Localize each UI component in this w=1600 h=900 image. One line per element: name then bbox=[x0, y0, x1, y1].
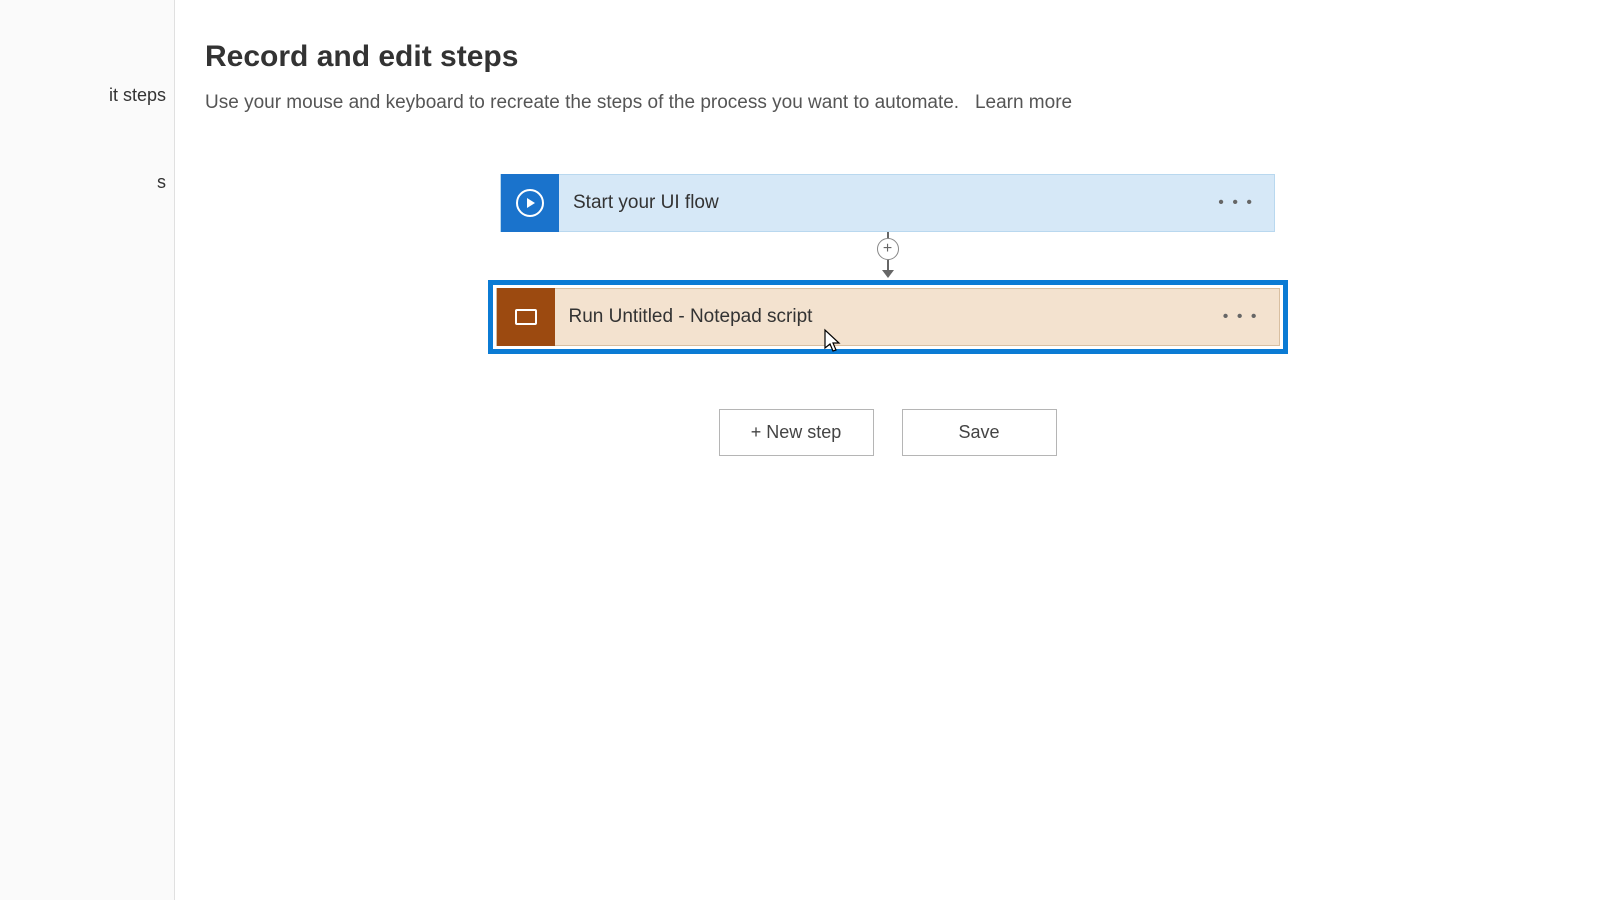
learn-more-link[interactable]: Learn more bbox=[975, 92, 1072, 113]
flow-designer: Start your UI flow • • • + Run Untitled … bbox=[205, 174, 1570, 456]
flow-connector: + bbox=[875, 232, 901, 280]
save-button[interactable]: Save bbox=[902, 409, 1057, 456]
script-window-icon bbox=[515, 309, 537, 325]
page-title: Record and edit steps bbox=[205, 40, 1570, 74]
subtitle-text: Use your mouse and keyboard to recreate … bbox=[205, 92, 959, 113]
play-reload-icon bbox=[516, 189, 544, 217]
run-icon-box bbox=[497, 288, 555, 346]
flow-step-start[interactable]: Start your UI flow • • • bbox=[500, 174, 1275, 232]
action-buttons-row: + New step Save bbox=[719, 409, 1057, 456]
arrow-down-icon bbox=[882, 270, 894, 278]
start-step-menu-icon[interactable]: • • • bbox=[1198, 194, 1274, 212]
start-icon-box bbox=[501, 174, 559, 232]
run-step-menu-icon[interactable]: • • • bbox=[1203, 308, 1279, 326]
new-step-button[interactable]: + New step bbox=[719, 409, 874, 456]
sidebar-item-edit-steps[interactable]: it steps bbox=[0, 75, 174, 116]
flow-step-run-selected[interactable]: Run Untitled - Notepad script • • • bbox=[488, 280, 1288, 354]
start-step-label: Start your UI flow bbox=[559, 192, 1198, 214]
run-step-label: Run Untitled - Notepad script bbox=[555, 306, 1203, 328]
sidebar-item-2[interactable]: s bbox=[0, 162, 174, 203]
add-step-between-button[interactable]: + bbox=[877, 238, 899, 260]
main-content: Record and edit steps Use your mouse and… bbox=[175, 0, 1600, 900]
page-subtitle: Use your mouse and keyboard to recreate … bbox=[205, 92, 1570, 114]
sidebar: it steps s bbox=[0, 0, 175, 900]
